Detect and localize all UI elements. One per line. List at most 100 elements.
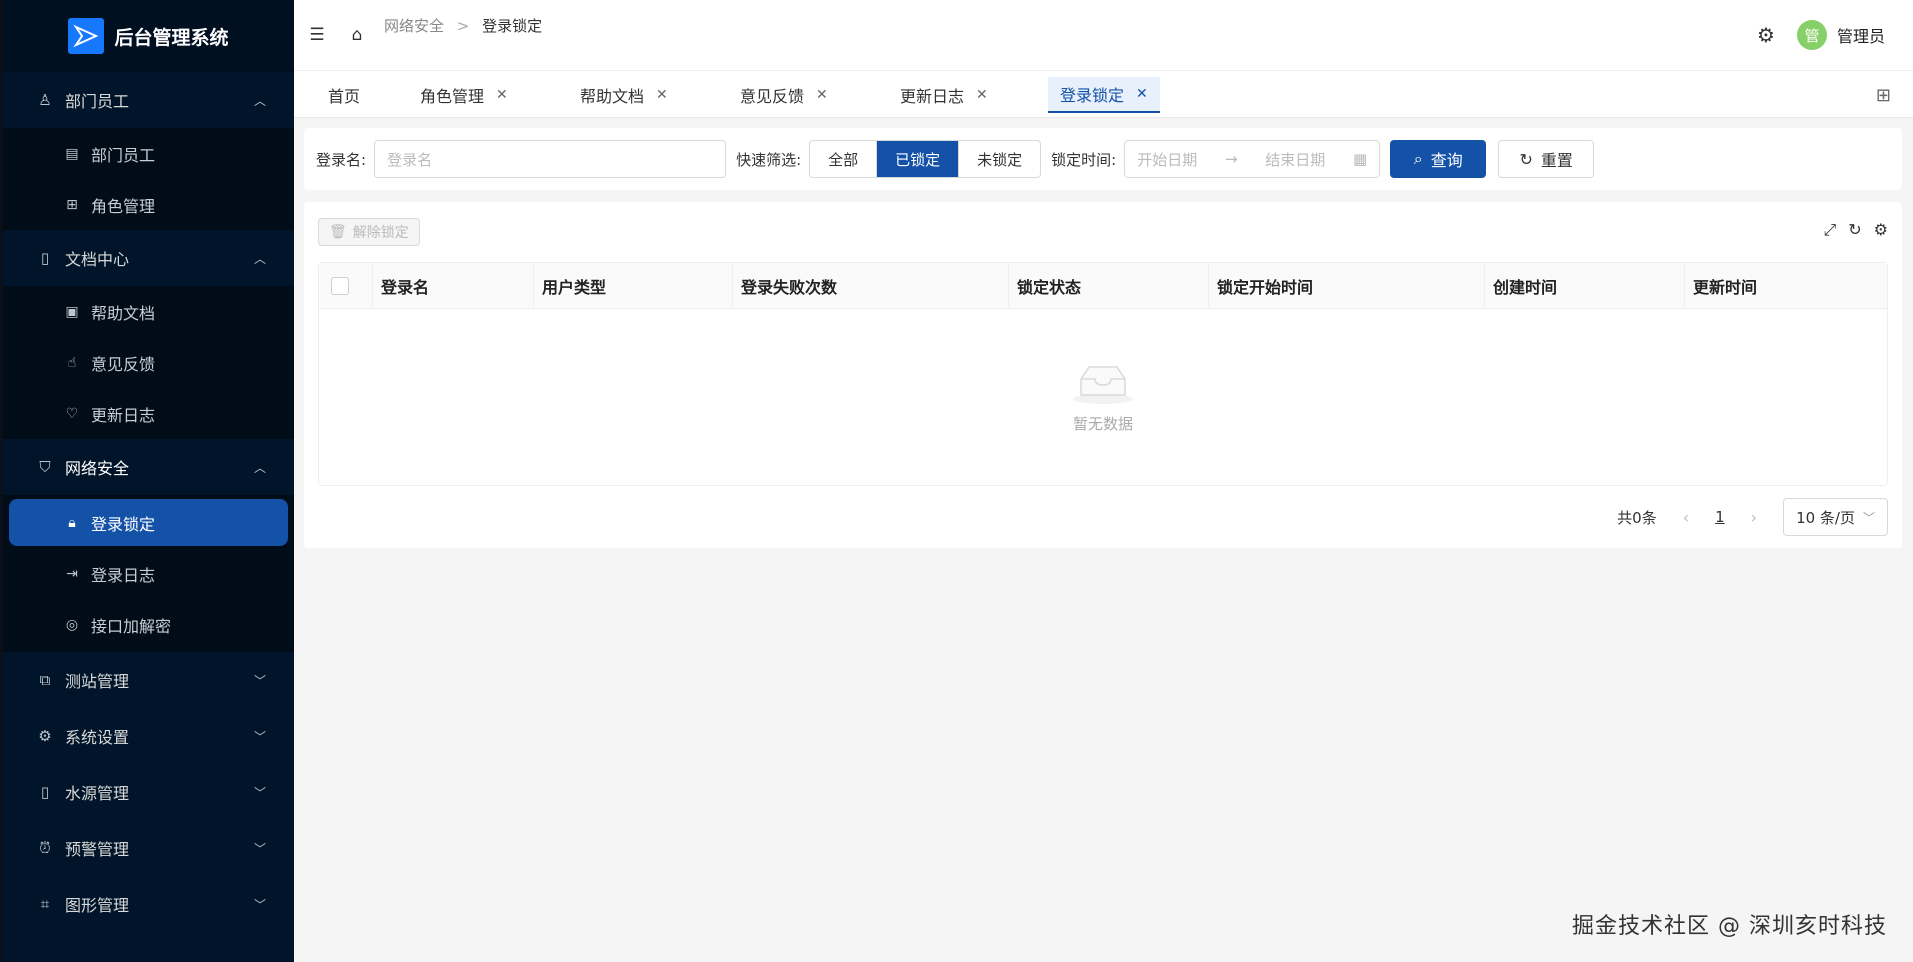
table-card: 🗑︎ 解除锁定 ⤢ ↻ ⚙ 登录名 用户类型 登录失败次数 锁定状态 锁定开始时… [304, 202, 1902, 548]
sidebar-item-changelog[interactable]: ♡ 更新日志 [3, 388, 294, 439]
page-size-select[interactable]: 10 条/页 ﹀ [1783, 498, 1888, 536]
tab-label: 角色管理 [420, 87, 485, 106]
sidebar-item-label: 部门员工 [91, 145, 156, 165]
column-header[interactable]: 创建时间 [1485, 263, 1685, 308]
menu-head-label: 文档中心 [65, 250, 130, 269]
column-header[interactable]: 锁定开始时间 [1209, 263, 1485, 308]
menu-head-security[interactable]: ⛉ 网络安全 ︿ [3, 439, 294, 495]
close-icon[interactable]: ✕ [1136, 86, 1148, 102]
menu-head-dept[interactable]: ♙ 部门员工 ︿ [3, 72, 294, 128]
menu-fold-icon[interactable]: ☰ [306, 25, 328, 45]
column-header[interactable]: 登录名 [373, 263, 534, 308]
page-number[interactable]: 1 [1715, 508, 1725, 526]
sidebar-item-dept-staff[interactable]: ▤ 部门员工 [3, 128, 294, 179]
login-icon: ⇥ [66, 565, 78, 582]
submenu-docs: ▣ 帮助文档 ☝ 意见反馈 ♡ 更新日志 [3, 286, 294, 439]
tab-label: 登录锁定 [1060, 86, 1125, 105]
tab-feedback[interactable]: 意见反馈 ✕ [740, 77, 828, 113]
calendar-icon: ▦ [1353, 150, 1368, 168]
search-button[interactable]: ⌕ 查询 [1390, 140, 1487, 178]
data-table: 登录名 用户类型 登录失败次数 锁定状态 锁定开始时间 创建时间 更新时间 暂无… [318, 262, 1888, 486]
app-logo[interactable]: 后台管理系统 [3, 0, 294, 72]
menu-head-alerts[interactable]: ⏰︎ 预警管理 ﹀ [3, 820, 294, 876]
breadcrumb-separator: > [456, 17, 470, 35]
filter-bar: 登录名: 登录名 快速筛选: 全部 已锁定 未锁定 锁定时间: 开始日期 → 结… [304, 128, 1902, 190]
tab-bar: 首页 角色管理 ✕ 帮助文档 ✕ 意见反馈 ✕ 更新日志 ✕ 登录锁定 ✕ ⊞ [294, 70, 1913, 118]
sidebar-item-login-lock[interactable]: 🔒︎ 登录锁定 [9, 499, 288, 546]
menu-head-label: 图形管理 [65, 896, 130, 915]
close-icon[interactable]: ✕ [976, 87, 988, 103]
close-icon[interactable]: ✕ [816, 87, 828, 103]
settings-gear-icon[interactable]: ⚙ [1757, 23, 1775, 47]
chevron-down-icon: ﹀ [253, 841, 266, 856]
empty-state: 暂无数据 [319, 309, 1887, 485]
tab-changelog[interactable]: 更新日志 ✕ [900, 77, 988, 113]
sidebar-item-role[interactable]: ⊞ 角色管理 [3, 179, 294, 230]
menu-head-stations[interactable]: ⧉ 测站管理 ﹀ [3, 652, 294, 708]
breadcrumb-item[interactable]: 网络安全 [384, 17, 444, 35]
unlock-button-label: 解除锁定 [352, 225, 409, 241]
settings-icon[interactable]: ⚙ [1874, 220, 1888, 240]
sidebar: 后台管理系统 ♙ 部门员工 ︿ ▤ 部门员工 ⊞ 角色管理 ▯ 文档中心 ︿ ▣ [0, 0, 294, 962]
close-icon[interactable]: ✕ [656, 87, 668, 103]
menu-head-label: 预警管理 [65, 840, 130, 859]
user-menu[interactable]: 管 管理员 [1796, 20, 1885, 50]
select-all-cell [319, 263, 373, 308]
menu-head-graphics[interactable]: ⌗ 图形管理 ﹀ [3, 876, 294, 932]
quick-filter-segmented: 全部 已锁定 未锁定 [809, 140, 1042, 178]
heart-icon: ♡ [65, 405, 79, 422]
grid-icon[interactable]: ⊞ [1876, 85, 1891, 106]
chevron-down-icon: ﹀ [253, 729, 266, 744]
sidebar-item-label: 接口加解密 [91, 616, 172, 636]
quick-filter-label: 快速筛选: [736, 150, 802, 169]
sidebar-item-api-crypto[interactable]: ◎ 接口加解密 [3, 599, 294, 650]
chevron-down-icon: ﹀ [253, 673, 266, 688]
network-icon: ⧉ [39, 671, 51, 689]
trash-icon: 🗑︎ [329, 224, 347, 240]
chevron-down-icon: ﹀ [1862, 510, 1875, 525]
menu-group-dept: ♙ 部门员工 ︿ ▤ 部门员工 ⊞ 角色管理 [3, 72, 294, 230]
gear-icon: ⚙ [38, 727, 52, 745]
menu-head-label: 部门员工 [65, 92, 130, 111]
sidebar-item-login-log[interactable]: ⇥ 登录日志 [3, 548, 294, 599]
table-tools: ⤢ ↻ ⚙ [1823, 220, 1888, 240]
tab-help[interactable]: 帮助文档 ✕ [580, 77, 668, 113]
column-header[interactable]: 更新时间 [1685, 263, 1887, 308]
sidebar-item-help[interactable]: ▣ 帮助文档 [3, 286, 294, 337]
fullscreen-icon[interactable]: ⤢ [1823, 220, 1836, 240]
close-icon[interactable]: ✕ [496, 87, 508, 103]
column-header[interactable]: 锁定状态 [1009, 263, 1209, 308]
reset-button[interactable]: ↻ 重置 [1498, 140, 1595, 178]
login-name-input[interactable]: 登录名 [374, 140, 727, 178]
tab-role[interactable]: 角色管理 ✕ [420, 77, 508, 113]
lock-time-range-picker[interactable]: 开始日期 → 结束日期 ▦ [1124, 140, 1381, 178]
select-all-checkbox[interactable] [331, 276, 349, 295]
quick-filter-locked[interactable]: 已锁定 [877, 141, 960, 177]
tab-label: 更新日志 [900, 87, 965, 106]
reset-button-label: 重置 [1540, 151, 1573, 170]
quick-filter-unlocked[interactable]: 未锁定 [959, 141, 1040, 177]
tab-login-lock[interactable]: 登录锁定 ✕ [1048, 77, 1160, 113]
menu-head-settings[interactable]: ⚙ 系统设置 ﹀ [3, 708, 294, 764]
next-page-icon[interactable]: › [1751, 508, 1757, 527]
top-header: ☰ ⌂ 网络安全 > 登录锁定 ⚙ 管 管理员 [294, 0, 1913, 70]
breadcrumb: 网络安全 > 登录锁定 [384, 15, 542, 36]
quick-filter-all[interactable]: 全部 [810, 141, 878, 177]
menu-head-water[interactable]: ▯ 水源管理 ﹀ [3, 764, 294, 820]
tab-home[interactable]: 首页 [328, 77, 360, 113]
sidebar-item-label: 帮助文档 [91, 303, 156, 323]
sidebar-item-label: 角色管理 [91, 196, 156, 216]
sidebar-item-feedback[interactable]: ☝ 意见反馈 [3, 337, 294, 388]
menu-head-label: 测站管理 [65, 672, 130, 691]
chevron-up-icon: ︿ [253, 93, 266, 108]
menu-head-docs[interactable]: ▯ 文档中心 ︿ [3, 230, 294, 286]
column-header[interactable]: 登录失败次数 [733, 263, 1009, 308]
prev-page-icon[interactable]: ‹ [1683, 508, 1689, 527]
home-icon[interactable]: ⌂ [346, 25, 368, 45]
document-icon: ▯ [40, 249, 50, 267]
refresh-icon[interactable]: ↻ [1848, 220, 1861, 240]
unlock-button[interactable]: 🗑︎ 解除锁定 [318, 218, 420, 246]
column-header[interactable]: 用户类型 [534, 263, 733, 308]
logo-icon [68, 18, 105, 54]
chevron-down-icon: ﹀ [253, 785, 266, 800]
